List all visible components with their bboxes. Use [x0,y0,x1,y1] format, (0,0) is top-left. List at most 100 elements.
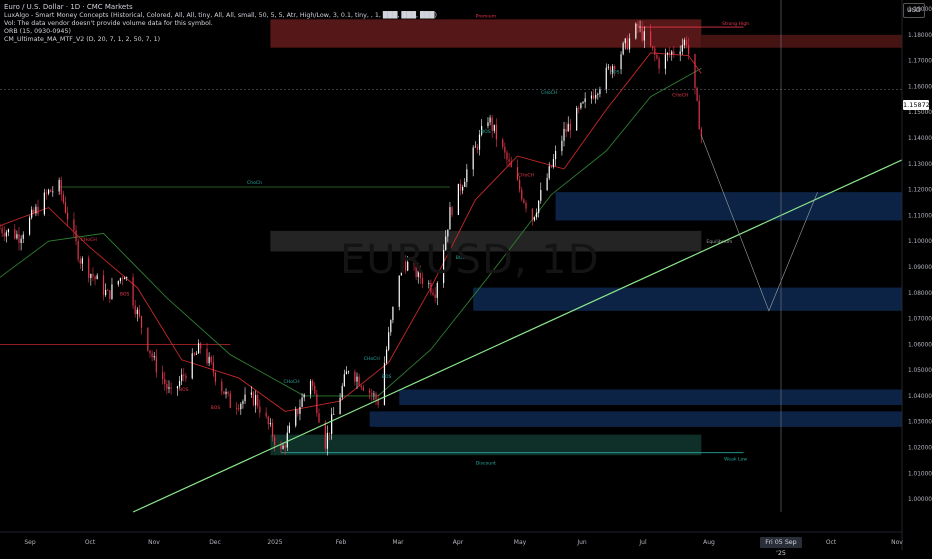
candle-body-27 [77,240,79,260]
candle-body-233 [685,39,688,46]
candle-body-188 [552,159,555,168]
candle-body-79 [229,393,231,408]
candle-body-49 [140,316,143,328]
candle-body-56 [164,379,166,384]
candle-body-238 [700,129,702,136]
candle-body-166 [489,117,491,123]
candle-body-229 [673,51,675,54]
candle-body-224 [658,58,660,69]
candle-body-10 [28,217,31,235]
y-tick-label-12: 1.07000 [908,317,932,323]
discount-zone [270,434,702,456]
candle-body-77 [225,391,227,395]
indicator-volume[interactable]: Vol: The data vendor doesn't provide vol… [4,20,213,28]
candle-body-72 [210,356,212,363]
candle-body-51 [149,350,151,354]
candle-body-181 [533,217,536,221]
x-tick-label-6: Mar [392,539,404,546]
candle-body-178 [523,199,525,203]
candle-body-121 [356,376,358,382]
y-tick-label-10: 1.09000 [908,265,932,271]
candle-body-80 [235,407,238,409]
candle-body-211 [622,43,624,55]
x-tick-label-2: Nov [148,539,160,546]
y-tick-label-4: 1.15000 [908,110,932,116]
equilibrium-label: Equilibrium [706,239,733,245]
indicator-ma[interactable]: CM_Ultimate_MA_MTF_V2 (D, 20, 7, 1, 2, 5… [4,36,160,44]
candle-body-226 [666,53,669,55]
bos-marker-3: BOS [211,405,221,411]
candle-body-89 [259,406,261,413]
candle-body-195 [576,107,578,131]
candle-body-41 [119,278,122,281]
candle-body-29 [81,258,83,264]
candle-body-223 [656,54,658,59]
candle-body-119 [347,371,350,373]
candle-body-184 [540,189,542,201]
candle-body-158 [464,181,466,187]
candle-body-92 [269,422,271,425]
candle-body-203 [597,94,599,95]
candle-body-114 [333,414,335,415]
candle-body-108 [316,393,318,414]
candle-body-180 [531,208,533,221]
candle-body-104 [303,394,305,398]
candle-body-221 [652,46,654,49]
candle-body-155 [457,183,459,215]
x-tick-label-7: Apr [453,539,464,546]
candle-body-182 [535,212,538,218]
y-tick-label-13: 1.06000 [908,342,932,348]
candle-body-202 [595,94,597,99]
indicator-orb[interactable]: ORB (15, 0930-0945) [4,28,71,36]
candle-body-110 [324,422,326,449]
candle-body-85 [250,392,252,395]
y-tick-label-17: 1.02000 [908,446,932,452]
candle-body-53 [153,356,155,358]
candle-body-213 [626,38,628,50]
currency-button[interactable]: USD [903,3,925,18]
candle-body-225 [664,54,667,69]
candle-body-171 [504,146,506,153]
candle-body-210 [620,54,622,70]
candle-body-8 [20,238,22,243]
candle-body-124 [362,387,364,391]
candle-body-218 [641,26,643,41]
candle-body-163 [478,134,481,150]
candle-body-123 [360,385,362,388]
candle-body-22 [62,194,64,203]
candle-body-197 [580,103,582,109]
candle-body-102 [299,406,301,414]
candle-body-149 [436,283,438,298]
candle-body-216 [637,23,639,27]
candle-body-156 [459,183,462,191]
candle-body-24 [66,212,69,220]
indicator-smc[interactable]: LuxAlgo - Smart Money Concepts (Historic… [4,12,437,20]
bos-marker-1: BOS [120,291,130,297]
candle-body-44 [126,277,128,278]
x-tick-label-0: Sep [24,539,36,546]
x-tick-label-3: Dec [209,539,221,546]
chart-title[interactable]: Euro / U.S. Dollar · 1D · CMC Markets [4,3,133,11]
candle-body-76 [223,391,225,395]
candle-body-59 [170,387,172,389]
candle-body-133 [390,320,392,333]
candle-body-34 [96,275,98,280]
candle-body-220 [650,31,652,47]
candle-body-161 [474,146,476,148]
candle-body-20 [58,179,60,192]
candle-body-42 [121,278,124,280]
candle-body-131 [385,349,388,364]
candle-body-199 [584,98,586,103]
candle-body-55 [162,372,164,380]
choch-major-label: ChoCh [247,180,262,186]
candle-body-15 [43,192,45,215]
candle-body-191 [563,128,565,141]
candle-body-32 [92,274,94,277]
candle-body-111 [326,432,329,449]
candle-body-205 [605,67,607,90]
choch-marker-10: CHoCH [541,90,557,96]
candle-body-45 [132,277,134,306]
candle-body-1 [1,228,3,234]
candle-body-154 [451,207,453,215]
candle-body-168 [493,124,495,131]
